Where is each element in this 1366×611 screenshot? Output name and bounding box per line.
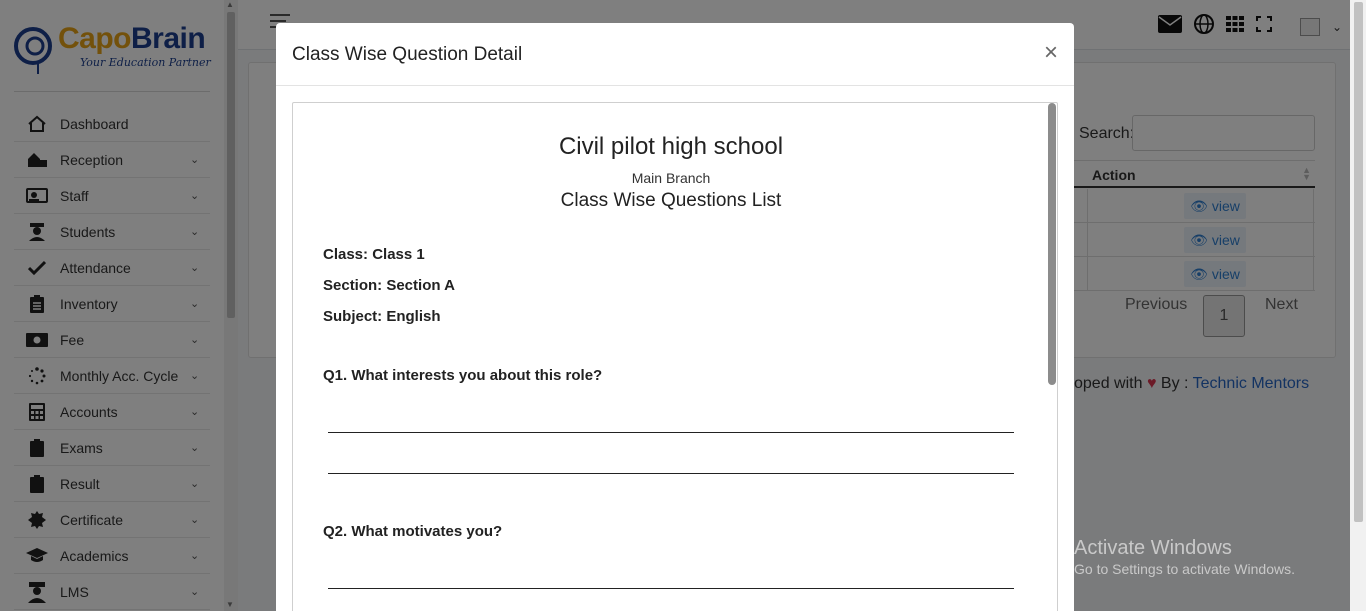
question-item: Q2. What motivates you? bbox=[323, 523, 503, 540]
school-name: Civil pilot high school bbox=[558, 133, 784, 160]
subject-line: Subject: English bbox=[323, 308, 441, 325]
list-title: Class Wise Questions List bbox=[560, 190, 782, 211]
question-item: Q1. What interests you about this role? bbox=[323, 367, 603, 384]
class-line: Class: Class 1 bbox=[323, 246, 425, 263]
answer-line bbox=[328, 473, 1014, 474]
question-paper-frame: Civil pilot high school Main Branch Clas… bbox=[292, 102, 1058, 611]
page-scrollbar-thumb[interactable] bbox=[1354, 2, 1363, 522]
answer-line bbox=[328, 588, 1014, 589]
modal-header: Class Wise Question Detail × bbox=[276, 23, 1074, 86]
windows-watermark-title: Activate Windows bbox=[1074, 537, 1232, 559]
frame-scrollbar-thumb[interactable] bbox=[1048, 103, 1056, 385]
modal-title: Class Wise Question Detail bbox=[292, 44, 523, 65]
question-detail-modal: Class Wise Question Detail × Civil pilot… bbox=[276, 23, 1074, 611]
windows-watermark-subtitle: Go to Settings to activate Windows. bbox=[1074, 561, 1295, 577]
section-line: Section: Section A bbox=[323, 277, 455, 294]
page-scrollbar[interactable] bbox=[1350, 0, 1366, 611]
close-icon[interactable]: × bbox=[1044, 39, 1058, 67]
branch-name: Main Branch bbox=[631, 170, 711, 186]
answer-line bbox=[328, 432, 1014, 433]
